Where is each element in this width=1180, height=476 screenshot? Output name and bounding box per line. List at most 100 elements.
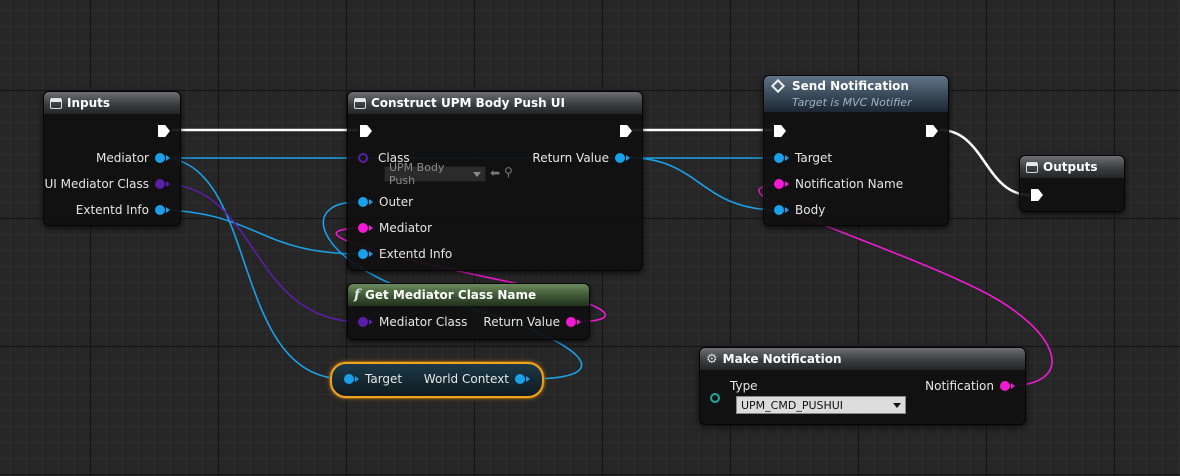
get-mediator-node-header[interactable]: f Get Mediator Class Name xyxy=(348,284,589,306)
construct-icon xyxy=(354,97,366,109)
pin-arrow-icon xyxy=(1011,383,1015,389)
construct-node-header[interactable]: Construct UPM Body Push UI xyxy=(348,92,642,114)
send-notification-subtitle: Target is MVC Notifier xyxy=(792,96,912,109)
inputs-mediator-label: Mediator xyxy=(95,151,149,165)
pin-arrow-icon xyxy=(369,225,373,231)
send-notification-name-row: Notification Name xyxy=(774,177,903,191)
inputs-extend-info-row: Extentd Info xyxy=(76,203,170,217)
pin-arrow-icon xyxy=(785,155,789,161)
world-context-out-pin[interactable] xyxy=(515,374,525,384)
wire-mediator-world xyxy=(167,157,347,380)
send-notification-exec-in-pin[interactable] xyxy=(774,125,786,137)
get-mediator-node-title: Get Mediator Class Name xyxy=(365,288,537,302)
pin-arrow-icon xyxy=(626,155,630,161)
pin-arrow-icon xyxy=(369,251,373,257)
construct-class-dropdown[interactable]: UPM Body Push xyxy=(384,161,486,187)
make-type-value: UPM_CMD_PUSHUI xyxy=(741,398,844,412)
outputs-node[interactable]: Outputs xyxy=(1019,155,1125,212)
construct-extend-label: Extentd Info xyxy=(379,247,453,261)
make-notification-out-pin[interactable] xyxy=(1000,381,1010,391)
make-type-row: Type xyxy=(730,379,758,393)
world-context-in-row: Target xyxy=(344,372,402,386)
pin-arrow-icon xyxy=(369,199,373,205)
send-notification-node[interactable]: Send Notification Target is MVC Notifier… xyxy=(763,75,949,226)
send-target-label: Target xyxy=(795,151,833,165)
get-mediator-in-label: Mediator Class xyxy=(379,315,468,329)
pin-arrow-icon xyxy=(355,376,359,382)
get-mediator-in-row: Mediator Class xyxy=(358,315,467,329)
make-notification-node-header[interactable]: ⚙ Make Notification xyxy=(700,348,1025,370)
inputs-extend-info-label: Extentd Info xyxy=(75,203,149,217)
make-notification-node-title: Make Notification xyxy=(722,352,842,366)
pin-arrow-icon xyxy=(166,155,170,161)
inputs-node[interactable]: Inputs Mediator UI Mediator Class Extent… xyxy=(43,91,181,226)
make-notification-node[interactable]: ⚙ Make Notification Type UPM_CMD_PUSHUI … xyxy=(699,347,1026,425)
send-body-row: Body xyxy=(774,203,825,217)
send-notification-exec-out-pin[interactable] xyxy=(926,125,938,137)
construct-class-pin[interactable] xyxy=(358,153,368,163)
send-body-pin[interactable] xyxy=(774,205,784,215)
world-context-out-label: World Context xyxy=(423,372,509,386)
exec-wire-send-outputs xyxy=(939,128,1031,197)
wire-class-mediatorclass xyxy=(167,183,363,323)
get-mediator-return-pin[interactable] xyxy=(566,317,576,327)
get-mediator-class-name-node[interactable]: f Get Mediator Class Name Mediator Class… xyxy=(347,283,590,340)
inputs-node-header[interactable]: Inputs xyxy=(44,92,180,114)
make-notification-out-row: Notification xyxy=(925,379,1015,393)
pin-arrow-icon xyxy=(166,207,170,213)
construct-return-label: Return Value xyxy=(532,151,609,165)
outputs-node-header[interactable]: Outputs xyxy=(1020,156,1124,178)
construct-exec-out-pin[interactable] xyxy=(620,125,632,137)
send-target-row: Target xyxy=(774,151,832,165)
send-notification-name-pin[interactable] xyxy=(774,179,784,189)
gear-icon: ⚙ xyxy=(706,351,718,367)
use-selected-arrow-icon[interactable]: ⬅ xyxy=(490,166,500,180)
construct-outer-pin[interactable] xyxy=(358,197,368,207)
make-type-label: Type xyxy=(730,379,758,393)
construct-exec-in-pin[interactable] xyxy=(360,125,372,137)
function-result-icon xyxy=(1026,161,1038,173)
get-mediator-out-row: Return Value xyxy=(483,315,581,329)
inputs-exec-out-pin[interactable] xyxy=(158,125,170,137)
send-target-pin[interactable] xyxy=(774,153,784,163)
browse-search-icon[interactable]: ⚲ xyxy=(504,165,513,179)
inputs-ui-mediator-class-pin[interactable] xyxy=(155,179,165,189)
construct-outer-label: Outer xyxy=(379,195,414,209)
inputs-ui-mediator-class-label: UI Mediator Class xyxy=(44,177,149,191)
get-mediator-class-pin[interactable] xyxy=(358,317,368,327)
make-type-pin[interactable] xyxy=(710,393,720,403)
function-icon: f xyxy=(354,287,361,303)
world-context-target-pin[interactable] xyxy=(344,374,354,384)
construct-mediator-label: Mediator xyxy=(379,221,433,235)
function-entry-icon xyxy=(50,97,62,109)
world-context-out-row: World Context xyxy=(424,372,530,386)
pin-arrow-icon xyxy=(785,181,789,187)
inputs-mediator-pin[interactable] xyxy=(155,153,165,163)
inputs-extend-info-pin[interactable] xyxy=(155,205,165,215)
send-notification-name-label: Notification Name xyxy=(795,177,904,191)
world-context-node[interactable]: Target World Context xyxy=(330,362,544,398)
make-notification-out-label: Notification xyxy=(925,379,994,393)
construct-return-row: Return Value xyxy=(532,151,630,165)
pin-arrow-icon xyxy=(785,207,789,213)
construct-node[interactable]: Construct UPM Body Push UI Class UPM Bod… xyxy=(347,91,643,271)
pin-arrow-icon xyxy=(577,319,581,325)
pin-arrow-icon xyxy=(166,181,170,187)
construct-class-value: UPM Body Push xyxy=(389,161,445,187)
outputs-exec-in-pin[interactable] xyxy=(1031,189,1043,201)
get-mediator-out-label: Return Value xyxy=(483,315,560,329)
construct-return-pin[interactable] xyxy=(615,153,625,163)
chevron-down-icon xyxy=(893,402,901,408)
construct-extend-pin[interactable] xyxy=(358,249,368,259)
construct-outer-row: Outer xyxy=(358,195,413,209)
inputs-ui-mediator-class-row: UI Mediator Class xyxy=(44,177,170,191)
wire-extend-extend xyxy=(167,209,363,255)
construct-mediator-row: Mediator xyxy=(358,221,432,235)
construct-node-title: Construct UPM Body Push UI xyxy=(371,96,566,110)
world-context-in-label: Target xyxy=(365,372,403,386)
wire-return-body xyxy=(629,157,779,211)
outputs-node-title: Outputs xyxy=(1043,160,1098,174)
construct-mediator-pin[interactable] xyxy=(358,223,368,233)
pin-arrow-icon xyxy=(369,319,373,325)
make-type-dropdown[interactable]: UPM_CMD_PUSHUI xyxy=(736,396,906,414)
